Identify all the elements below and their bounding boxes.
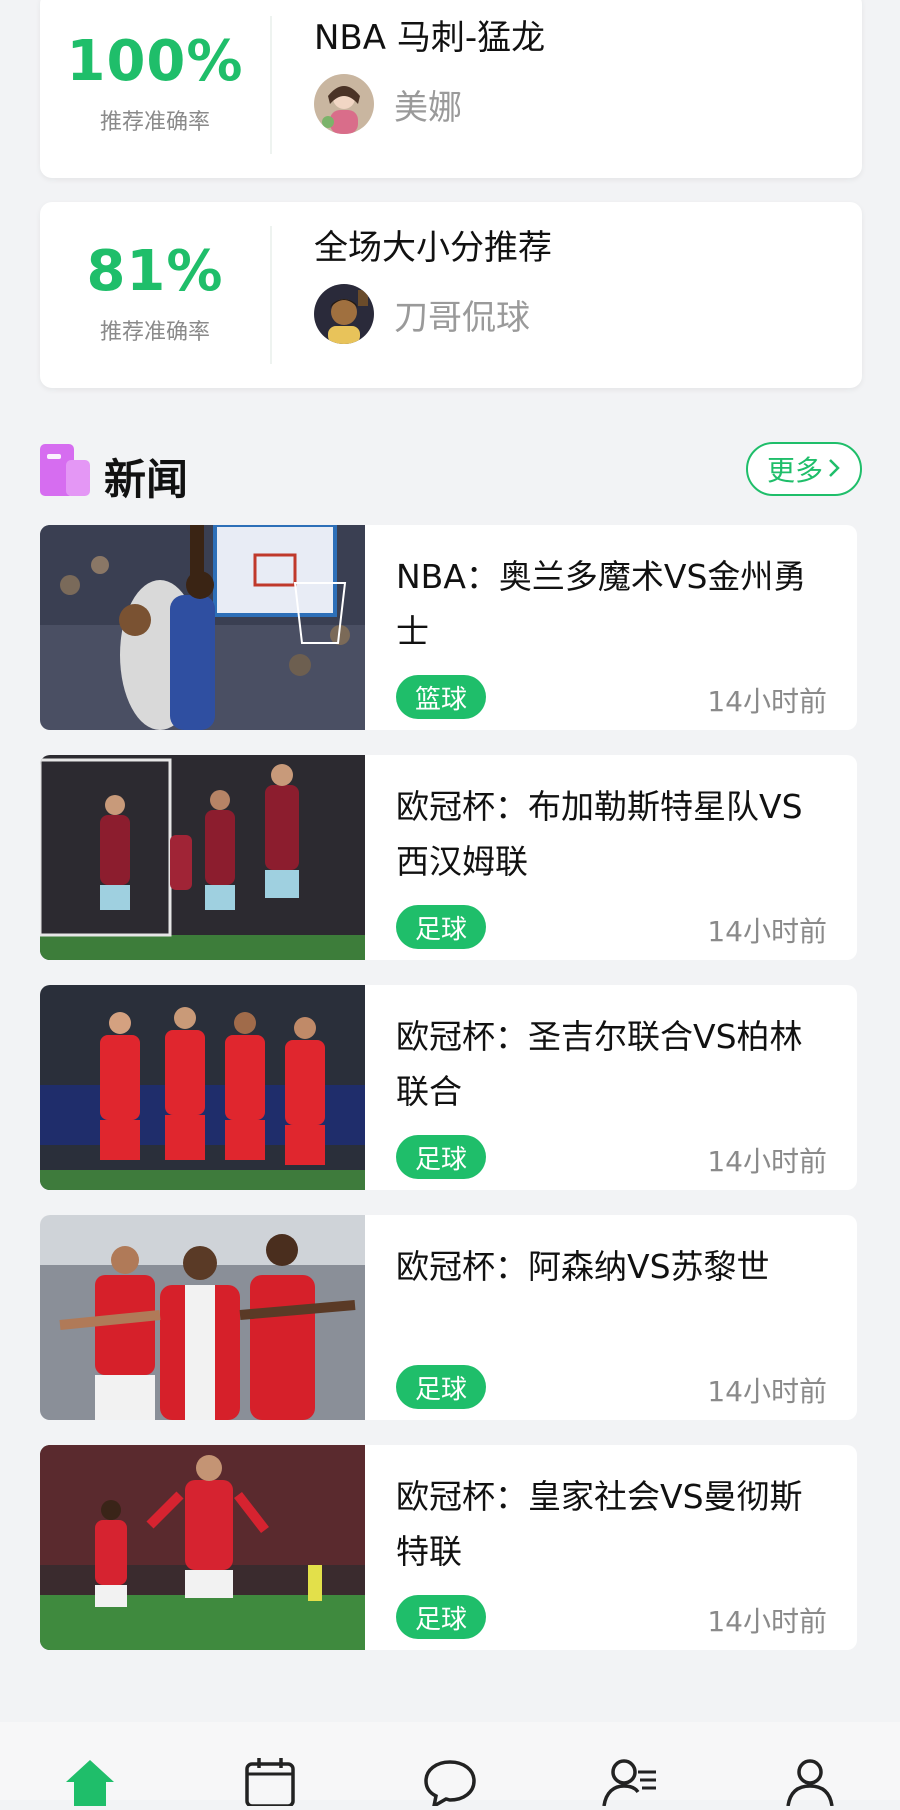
accuracy-label: 推荐准确率 [99, 110, 210, 135]
news-title: 欧冠杯：皇家社会VS曼彻斯特联 [396, 1477, 803, 1571]
avatar [314, 74, 374, 134]
author-name: 美娜 [394, 87, 462, 128]
section-title: 新闻 [104, 455, 189, 504]
news-item[interactable]: 欧冠杯：布加勒斯特星队VS西汉姆联 足球 14小时前 [40, 755, 857, 960]
newspaper-icon [40, 444, 90, 496]
news-thumbnail [40, 985, 365, 1190]
home-icon[interactable] [62, 1758, 118, 1806]
news-time: 14小时前 [707, 915, 827, 948]
news-thumbnail [40, 525, 365, 730]
avatar [314, 284, 374, 344]
recommendation-card[interactable]: 100% 推荐准确率 NBA 马刺-猛龙 美娜 [40, 0, 862, 178]
news-time: 14小时前 [707, 1605, 827, 1638]
category-tag: 足球 [396, 1595, 486, 1639]
accuracy-value: 100% [66, 29, 244, 94]
more-button[interactable]: 更多 [746, 442, 862, 496]
news-time: 14小时前 [707, 1145, 827, 1178]
news-item[interactable]: 欧冠杯：皇家社会VS曼彻斯特联 足球 14小时前 [40, 1445, 857, 1650]
news-time: 14小时前 [707, 685, 827, 718]
author-name: 刀哥侃球 [394, 297, 530, 338]
news-title: 欧冠杯：布加勒斯特星队VS西汉姆联 [396, 787, 803, 881]
user-icon[interactable] [782, 1758, 838, 1807]
author: 刀哥侃球 [314, 284, 530, 344]
category-tag: 篮球 [396, 675, 486, 719]
chat-icon[interactable] [422, 1758, 478, 1810]
accuracy-value: 81% [86, 239, 224, 304]
news-title: NBA：奥兰多魔术VS金州勇士 [396, 557, 807, 651]
news-title: 欧冠杯：圣吉尔联合VS柏林联合 [396, 1017, 803, 1111]
expert-icon[interactable] [602, 1758, 658, 1807]
category-tag: 足球 [396, 1135, 486, 1179]
news-section-header: 新闻 更多 [40, 440, 862, 504]
divider [270, 226, 272, 364]
divider [270, 16, 272, 154]
category-tag: 足球 [396, 905, 486, 949]
news-time: 14小时前 [707, 1375, 827, 1408]
news-thumbnail [40, 1215, 365, 1420]
recommendation-card[interactable]: 81% 推荐准确率 全场大小分推荐 刀哥侃球 [40, 202, 862, 388]
news-thumbnail [40, 755, 365, 960]
accuracy-label: 推荐准确率 [99, 320, 210, 345]
news-thumbnail [40, 1445, 365, 1650]
recommendation-title: 全场大小分推荐 [314, 228, 552, 268]
more-label: 更多 [766, 454, 823, 487]
bottom-tab-bar [0, 1722, 900, 1810]
recommendation-title: NBA 马刺-猛龙 [314, 18, 546, 58]
accuracy-block: 100% 推荐准确率 [40, 0, 270, 178]
news-item[interactable]: NBA：奥兰多魔术VS金州勇士 篮球 14小时前 [40, 525, 857, 730]
calendar-icon[interactable] [242, 1758, 298, 1808]
news-title: 欧冠杯：阿森纳VS苏黎世 [396, 1247, 770, 1286]
author: 美娜 [314, 74, 462, 134]
news-item[interactable]: 欧冠杯：阿森纳VS苏黎世 足球 14小时前 [40, 1215, 857, 1420]
chevron-right-icon [827, 453, 841, 486]
news-item[interactable]: 欧冠杯：圣吉尔联合VS柏林联合 足球 14小时前 [40, 985, 857, 1190]
category-tag: 足球 [396, 1365, 486, 1409]
accuracy-block: 81% 推荐准确率 [40, 202, 270, 388]
